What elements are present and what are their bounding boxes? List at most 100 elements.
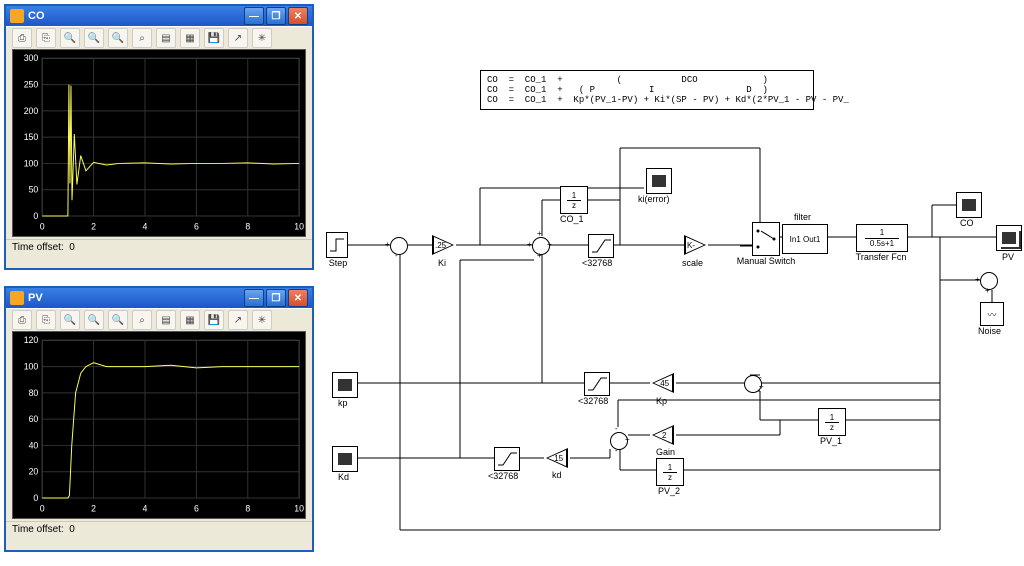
toolbar: ⎙ ⎘ 🔍 🔍 🔍 ⌕ ▤ ▦ 💾 ↗ ✳	[6, 308, 312, 331]
axes-icon[interactable]: ▦	[180, 310, 200, 330]
scope-pv[interactable]	[996, 225, 1022, 251]
scope-window-co: CO — ❐ ✕ ⎙ ⎘ 🔍 🔍 🔍 ⌕ ▤ ▦ 💾 ↗ ✳ 050100150…	[4, 4, 314, 270]
svg-text:0: 0	[33, 493, 38, 503]
close-button[interactable]: ✕	[288, 7, 308, 25]
title-text: CO	[28, 10, 45, 22]
print-icon[interactable]: ⎙	[12, 310, 32, 330]
plot-co: 0501001502002503000246810	[12, 49, 306, 237]
num: 1	[572, 192, 576, 199]
props-icon[interactable]: ▤	[156, 310, 176, 330]
sum-pid[interactable]: ++++	[532, 237, 550, 255]
transfer-fcn[interactable]: 10.5s+1	[856, 224, 908, 252]
delay-pv1[interactable]: 1z	[818, 408, 846, 436]
den: z	[668, 474, 672, 481]
filter-ports: In1 Out1	[790, 235, 821, 244]
app-icon	[10, 291, 24, 305]
svg-text:100: 100	[24, 362, 39, 372]
sum-kd[interactable]: +--	[610, 432, 628, 450]
find-icon[interactable]: ⌕	[132, 310, 152, 330]
svg-text:120: 120	[24, 335, 39, 345]
titlebar-co[interactable]: CO — ❐ ✕	[6, 6, 312, 26]
scope-co[interactable]	[956, 192, 982, 218]
close-button[interactable]: ✕	[288, 289, 308, 307]
svg-text:0: 0	[33, 211, 38, 221]
den: z	[572, 202, 576, 209]
svg-text:50: 50	[29, 185, 39, 195]
svg-text:40: 40	[29, 440, 39, 450]
params-icon[interactable]: ⎘	[36, 310, 56, 330]
scope-kp[interactable]	[332, 372, 358, 398]
delay-pv2[interactable]: 1z	[656, 458, 684, 486]
manual-switch[interactable]	[752, 222, 780, 256]
scope-kd[interactable]	[332, 446, 358, 472]
kp-val: .45	[658, 379, 669, 388]
step-block[interactable]	[326, 232, 348, 258]
kpG-label: Kp	[656, 396, 667, 406]
sum-sp-pv[interactable]: +-	[390, 237, 408, 255]
saturation-kp[interactable]	[584, 372, 610, 396]
simulink-canvas: CO = CO_1 + ( DCO ) CO = CO_1 + ( P I D …	[320, 0, 1024, 566]
svg-text:80: 80	[29, 388, 39, 398]
kd-small-label: kd	[552, 470, 562, 480]
sum-kp[interactable]: -+	[744, 375, 762, 393]
svg-text:100: 100	[24, 158, 39, 168]
zoom-in-icon[interactable]: 🔍	[60, 28, 80, 48]
find-icon[interactable]: ⌕	[132, 28, 152, 48]
kp-label: kp	[338, 398, 348, 408]
delay-co1[interactable]: 1z	[560, 186, 588, 214]
app-icon	[10, 9, 24, 23]
autoscale-icon[interactable]: 🔍	[108, 28, 128, 48]
tfn-label: Transfer Fcn	[852, 252, 910, 262]
pv2-label: PV_2	[658, 486, 680, 496]
sum-noise[interactable]: ++	[980, 272, 998, 290]
params-icon[interactable]: ⎘	[36, 28, 56, 48]
float-icon[interactable]: ✳	[252, 310, 272, 330]
zoom-out-icon[interactable]: 🔍	[84, 28, 104, 48]
print-icon[interactable]: ⎙	[12, 28, 32, 48]
timeoffset-label: Time offset:	[12, 524, 64, 535]
props-icon[interactable]: ▤	[156, 28, 176, 48]
noise-block[interactable]: 〰	[980, 302, 1004, 326]
svg-text:250: 250	[24, 80, 39, 90]
saturation-1[interactable]	[588, 234, 614, 258]
zoom-in-icon[interactable]: 🔍	[60, 310, 80, 330]
svg-text:4: 4	[143, 504, 148, 514]
num: 1	[880, 229, 884, 237]
svg-text:20: 20	[29, 467, 39, 477]
scale-k: K-	[687, 241, 695, 250]
filter-block[interactable]: In1 Out1	[782, 224, 828, 254]
kd-label: Kd	[338, 472, 349, 482]
satkp-label: <32768	[578, 396, 608, 406]
kierror-label: ki(error)	[638, 194, 670, 204]
timeoffset-value: 0	[69, 242, 75, 253]
title-text: PV	[28, 292, 43, 304]
sat1-label: <32768	[582, 258, 612, 268]
filter-label: filter	[794, 212, 811, 222]
pv1-label: PV_1	[820, 436, 842, 446]
svg-text:10: 10	[294, 222, 304, 232]
titlebar-pv[interactable]: PV — ❐ ✕	[6, 288, 312, 308]
cursor-icon[interactable]: ↗	[228, 28, 248, 48]
save-icon[interactable]: 💾	[204, 310, 224, 330]
scope-window-pv: PV — ❐ ✕ ⎙ ⎘ 🔍 🔍 🔍 ⌕ ▤ ▦ 💾 ↗ ✳ 020406080…	[4, 286, 314, 552]
saturation-kd[interactable]	[494, 447, 520, 471]
svg-text:8: 8	[245, 222, 250, 232]
maximize-button[interactable]: ❐	[266, 7, 286, 25]
cursor-icon[interactable]: ↗	[228, 310, 248, 330]
minimize-button[interactable]: —	[244, 7, 264, 25]
plot-pv: 0204060801001200246810	[12, 331, 306, 519]
co1-label: CO_1	[560, 214, 584, 224]
axes-icon[interactable]: ▦	[180, 28, 200, 48]
scope-kierror[interactable]	[646, 168, 672, 194]
svg-text:300: 300	[24, 53, 39, 63]
float-icon[interactable]: ✳	[252, 28, 272, 48]
autoscale-icon[interactable]: 🔍	[108, 310, 128, 330]
svg-text:6: 6	[194, 504, 199, 514]
save-icon[interactable]: 💾	[204, 28, 224, 48]
maximize-button[interactable]: ❐	[266, 289, 286, 307]
minimize-button[interactable]: —	[244, 289, 264, 307]
zoom-out-icon[interactable]: 🔍	[84, 310, 104, 330]
gain2-val: 2	[662, 431, 666, 440]
svg-text:8: 8	[245, 504, 250, 514]
statusbar-pv: Time offset: 0	[6, 521, 312, 543]
